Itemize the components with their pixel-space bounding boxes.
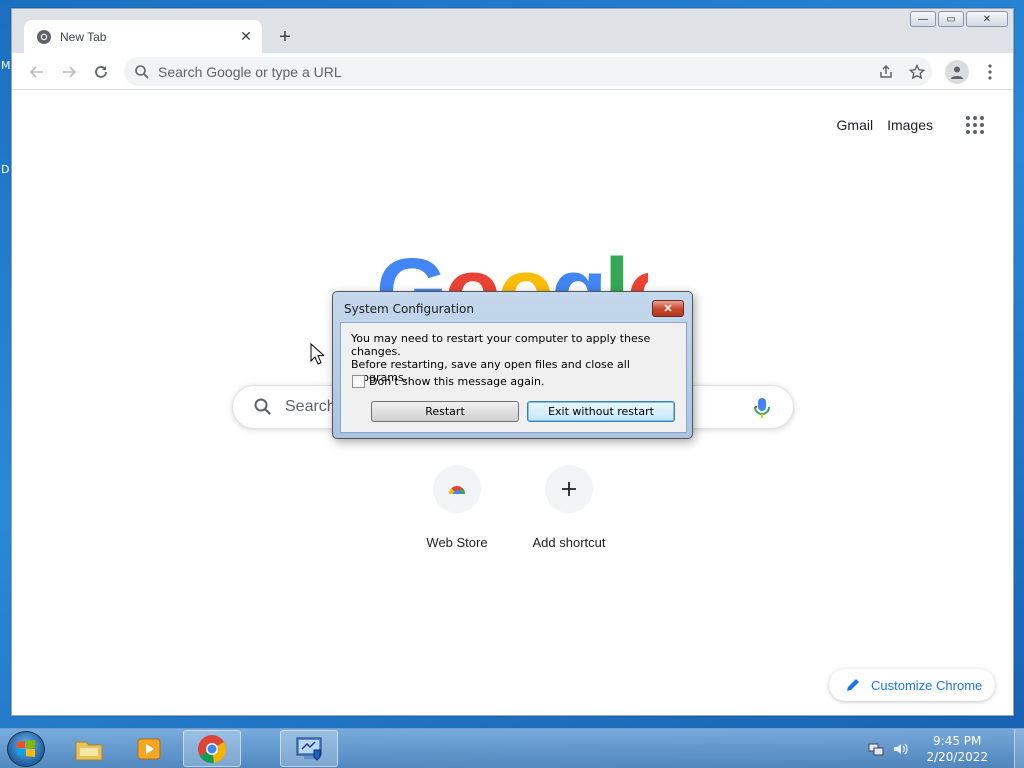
maximize-icon[interactable]: ▭	[938, 11, 964, 27]
dont-show-again-checkbox[interactable]: Don't show this message again.	[352, 375, 544, 388]
show-desktop-button[interactable]	[1014, 729, 1024, 768]
microphone-icon[interactable]	[751, 396, 773, 420]
dialog-body: You may need to restart your computer to…	[340, 322, 687, 433]
media-player-icon	[137, 738, 161, 759]
gmail-link[interactable]: Gmail	[837, 117, 874, 133]
add-shortcut-button[interactable]: Add shortcut	[513, 461, 625, 557]
taskbar-media-player[interactable]	[120, 730, 178, 767]
profile-avatar-icon[interactable]	[945, 60, 969, 84]
shortcut-tile	[545, 465, 593, 513]
network-icon[interactable]	[868, 741, 884, 757]
system-configuration-dialog: System Configuration ✕ You may need to r…	[332, 291, 693, 439]
minimize-icon[interactable]: —	[910, 11, 936, 27]
shortcut-label: Add shortcut	[532, 535, 606, 550]
mouse-cursor-icon	[310, 343, 324, 365]
forward-icon[interactable]	[56, 59, 82, 85]
bookmark-star-icon[interactable]	[908, 63, 926, 81]
clock[interactable]: 9:45 PM 2/20/2022	[926, 733, 988, 765]
reload-icon[interactable]	[88, 59, 114, 85]
msconfig-icon	[296, 737, 322, 761]
webstore-icon	[448, 486, 466, 494]
address-bar[interactable]	[124, 57, 932, 86]
clock-time: 9:45 PM	[933, 734, 982, 748]
restart-button[interactable]: Restart	[371, 401, 519, 422]
volume-icon[interactable]	[892, 741, 909, 757]
exit-without-restart-button[interactable]: Exit without restart	[527, 401, 675, 422]
new-tab-button[interactable]: +	[274, 26, 296, 48]
shortcut-tile	[433, 465, 481, 513]
shortcut-label: Web Store	[426, 535, 488, 550]
window-controls: — ▭ ✕	[910, 11, 1008, 27]
tab-title: New Tab	[60, 29, 107, 44]
tab-strip: New Tab ✕ + — ▭ ✕	[12, 9, 1013, 53]
images-link[interactable]: Images	[887, 117, 933, 133]
chrome-icon	[198, 734, 226, 763]
search-icon	[254, 398, 271, 415]
window-close-icon[interactable]: ✕	[966, 11, 1008, 27]
start-button[interactable]	[7, 731, 45, 767]
menu-kebab-icon[interactable]	[980, 61, 1000, 83]
address-input[interactable]	[158, 63, 838, 80]
dialog-title: System Configuration	[344, 302, 474, 316]
desktop-icon-label: D	[1, 163, 10, 176]
search-icon	[135, 64, 149, 79]
dialog-message-line: You may need to restart your computer to…	[351, 332, 651, 358]
chrome-icon	[37, 29, 51, 44]
taskbar-explorer[interactable]	[60, 730, 118, 767]
checkbox-label: Don't show this message again.	[369, 375, 545, 388]
taskbar-chrome[interactable]	[183, 730, 241, 767]
apps-grid-icon[interactable]	[963, 113, 987, 137]
customize-label: Customize Chrome	[871, 677, 983, 693]
shortcut-web-store[interactable]: Web Store	[401, 461, 513, 557]
search-placeholder: Search	[285, 398, 336, 415]
top-links: Gmail Images	[837, 113, 987, 137]
customize-chrome-button[interactable]: Customize Chrome	[829, 669, 995, 701]
back-icon[interactable]	[24, 59, 50, 85]
browser-toolbar	[12, 53, 1013, 90]
taskbar-system-configuration[interactable]	[280, 730, 338, 767]
taskbar: 9:45 PM 2/20/2022	[0, 728, 1024, 768]
dialog-close-icon[interactable]: ✕	[652, 300, 684, 317]
plus-icon	[562, 482, 576, 496]
checkbox-box[interactable]	[352, 375, 365, 388]
tab-new-tab[interactable]: New Tab ✕	[24, 20, 262, 53]
desktop-icon-label: M	[1, 59, 11, 72]
clock-date: 2/20/2022	[926, 750, 988, 764]
windows-logo-icon	[17, 740, 35, 757]
share-icon[interactable]	[877, 63, 895, 81]
folder-icon	[75, 741, 103, 760]
system-tray: 9:45 PM 2/20/2022	[868, 729, 1024, 768]
close-tab-icon[interactable]: ✕	[236, 27, 256, 47]
pencil-icon	[847, 679, 859, 691]
